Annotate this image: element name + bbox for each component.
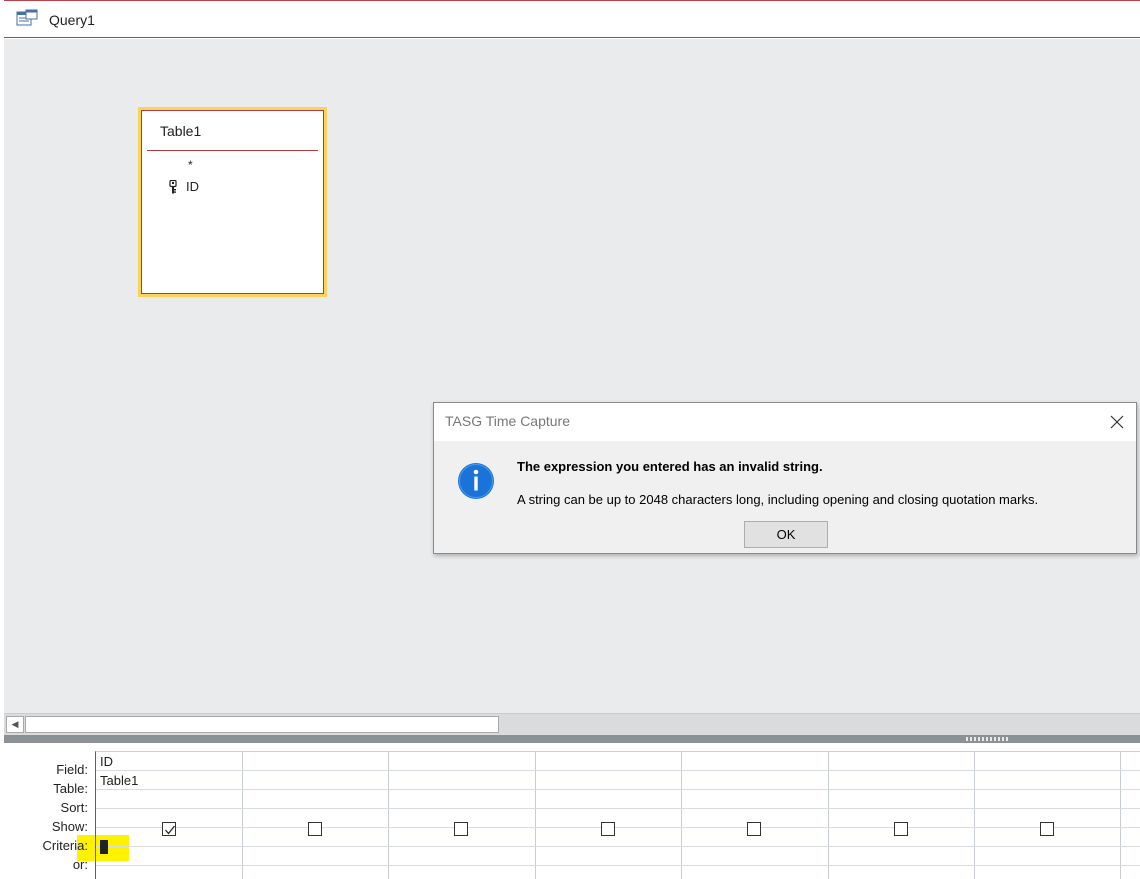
grid-column-divider: [828, 752, 829, 879]
ok-button[interactable]: OK: [744, 521, 828, 548]
grid-cell-field[interactable]: ID: [100, 752, 113, 771]
design-grid-cells[interactable]: ID Table1: [95, 751, 1140, 879]
error-dialog: TASG Time Capture The expression you ent…: [433, 402, 1137, 554]
info-icon: [457, 462, 495, 500]
grid-cell-table[interactable]: Table1: [100, 771, 138, 790]
document-tab-title[interactable]: Query1: [49, 12, 95, 28]
show-checkbox[interactable]: [308, 822, 322, 836]
query-design-icon[interactable]: [16, 9, 38, 29]
field-all-columns[interactable]: *: [188, 158, 193, 172]
row-label-field: Field:: [56, 762, 88, 777]
field-id-label: ID: [186, 179, 199, 194]
row-label-or: or:: [72, 857, 88, 872]
show-checkbox[interactable]: [601, 822, 615, 836]
horizontal-scrollbar[interactable]: ◀: [4, 713, 1140, 735]
grid-column-divider: [974, 752, 975, 879]
dialog-title: TASG Time Capture: [445, 413, 571, 429]
close-icon[interactable]: [1106, 411, 1128, 433]
row-label-sort: Sort:: [60, 800, 88, 815]
grid-row-divider: [96, 827, 1140, 828]
splitter-grip-icon[interactable]: [966, 737, 1010, 741]
query-design-grid: Field: Table: Sort: Show: Criteria: or: …: [4, 743, 1140, 879]
document-tab-strip: Query1: [4, 0, 1140, 38]
grid-column-divider: [535, 752, 536, 879]
dialog-message: A string can be up to 2048 characters lo…: [517, 492, 1039, 507]
row-label-show: Show:: [51, 819, 88, 834]
row-label-table: Table:: [53, 781, 88, 796]
pane-splitter[interactable]: [4, 735, 1140, 743]
grid-row-divider: [96, 789, 1140, 790]
primary-key-icon: [168, 179, 178, 194]
grid-column-divider: [1120, 752, 1121, 879]
field-id-item[interactable]: ID: [168, 179, 199, 194]
show-checkbox[interactable]: [162, 822, 176, 836]
grid-column-divider: [242, 752, 243, 879]
grid-row-divider: [96, 770, 1140, 771]
table-title-divider: [147, 150, 318, 151]
show-checkbox[interactable]: [747, 822, 761, 836]
show-checkbox[interactable]: [894, 822, 908, 836]
query-design-area[interactable]: Table1 * ID: [4, 39, 1140, 713]
show-checkbox[interactable]: [1040, 822, 1054, 836]
dialog-titlebar[interactable]: TASG Time Capture: [434, 403, 1136, 441]
scroll-left-arrow-icon[interactable]: ◀: [6, 716, 24, 733]
table-field-list[interactable]: Table1 * ID: [138, 107, 327, 297]
show-checkbox[interactable]: [454, 822, 468, 836]
grid-row-divider: [96, 865, 1140, 866]
scrollbar-thumb[interactable]: [25, 716, 499, 733]
criteria-text-cursor[interactable]: [100, 840, 108, 854]
grid-row-divider: [96, 808, 1140, 809]
grid-column-divider: [681, 752, 682, 879]
grid-row-divider: [96, 846, 1140, 847]
grid-column-divider: [388, 752, 389, 879]
dialog-heading: The expression you entered has an invali…: [517, 459, 823, 474]
row-label-criteria: Criteria:: [42, 838, 88, 853]
table-field-list-title[interactable]: Table1: [160, 123, 201, 139]
